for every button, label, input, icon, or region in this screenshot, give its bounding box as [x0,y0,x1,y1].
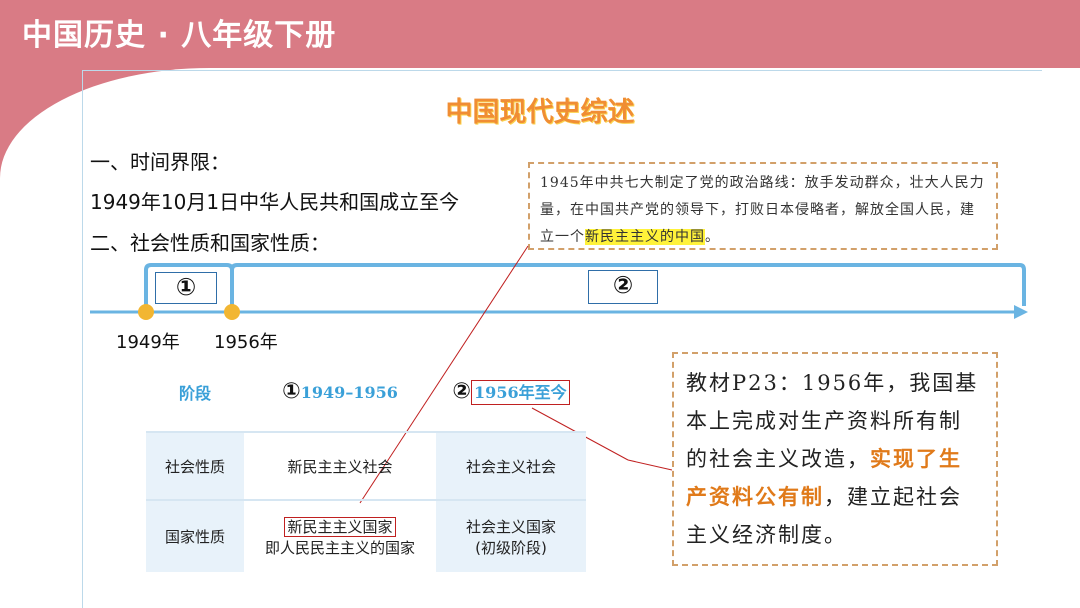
year-1956: 1956年 [214,332,278,353]
table-header-period2: ② 1956年至今 [436,352,586,433]
period2-range: 1956年至今 [471,380,570,405]
row-state-label: 国家性质 [146,500,244,572]
stage1-label: ① [155,272,217,304]
state-period2-line2: (初级阶段) [475,538,547,557]
state-period1-boxed: 新民主主义国家 [284,516,396,537]
period1-range: 1949–1956 [300,383,398,402]
quote-highlight: 新民主主义的中国 [585,229,705,245]
header-title: 中国历史 · 八年级下册 [22,18,337,53]
stage2-label: ② [588,270,658,304]
section1-heading: 一、时间界限： [90,150,230,174]
row-state-period2: 社会主义国家 (初级阶段) [436,500,586,572]
row-social-label: 社会性质 [146,432,244,501]
row-state-period1: 新民主主义国家 即人民民主主义的国家 [244,500,436,572]
row-social-period1: 新民主主义社会 [244,432,436,501]
textbook-box: 教材P23：1956年，我国基本上完成对生产资料所有制的社会主义改造，实现了生产… [672,352,998,566]
period2-num: ② [452,379,472,404]
main-title: 中国现代史综述 [445,97,635,128]
table-header-period1: ①1949–1956 [244,352,436,433]
quote-box: 1945年中共七大制定了党的政治路线：放手发动群众，壮大人民力量，在中国共产党的… [528,162,998,250]
state-period1-sub: 即人民民主主义的国家 [264,538,415,557]
period1-num: ① [282,379,301,404]
nature-table: 阶段 ①1949–1956 ② 1956年至今 社会性质 新民主主义社会 社会主义… [146,352,586,572]
section1-content: 1949年10月1日中华人民共和国成立至今 [90,190,460,214]
table-header-stage: 阶段 [146,352,244,433]
state-period2-line1: 社会主义国家 [465,517,556,536]
year-1949: 1949年 [116,332,180,353]
row-social-period2: 社会主义社会 [436,432,586,501]
quote-end: 。 [705,229,720,245]
section2-heading: 二、社会性质和国家性质： [90,231,330,255]
